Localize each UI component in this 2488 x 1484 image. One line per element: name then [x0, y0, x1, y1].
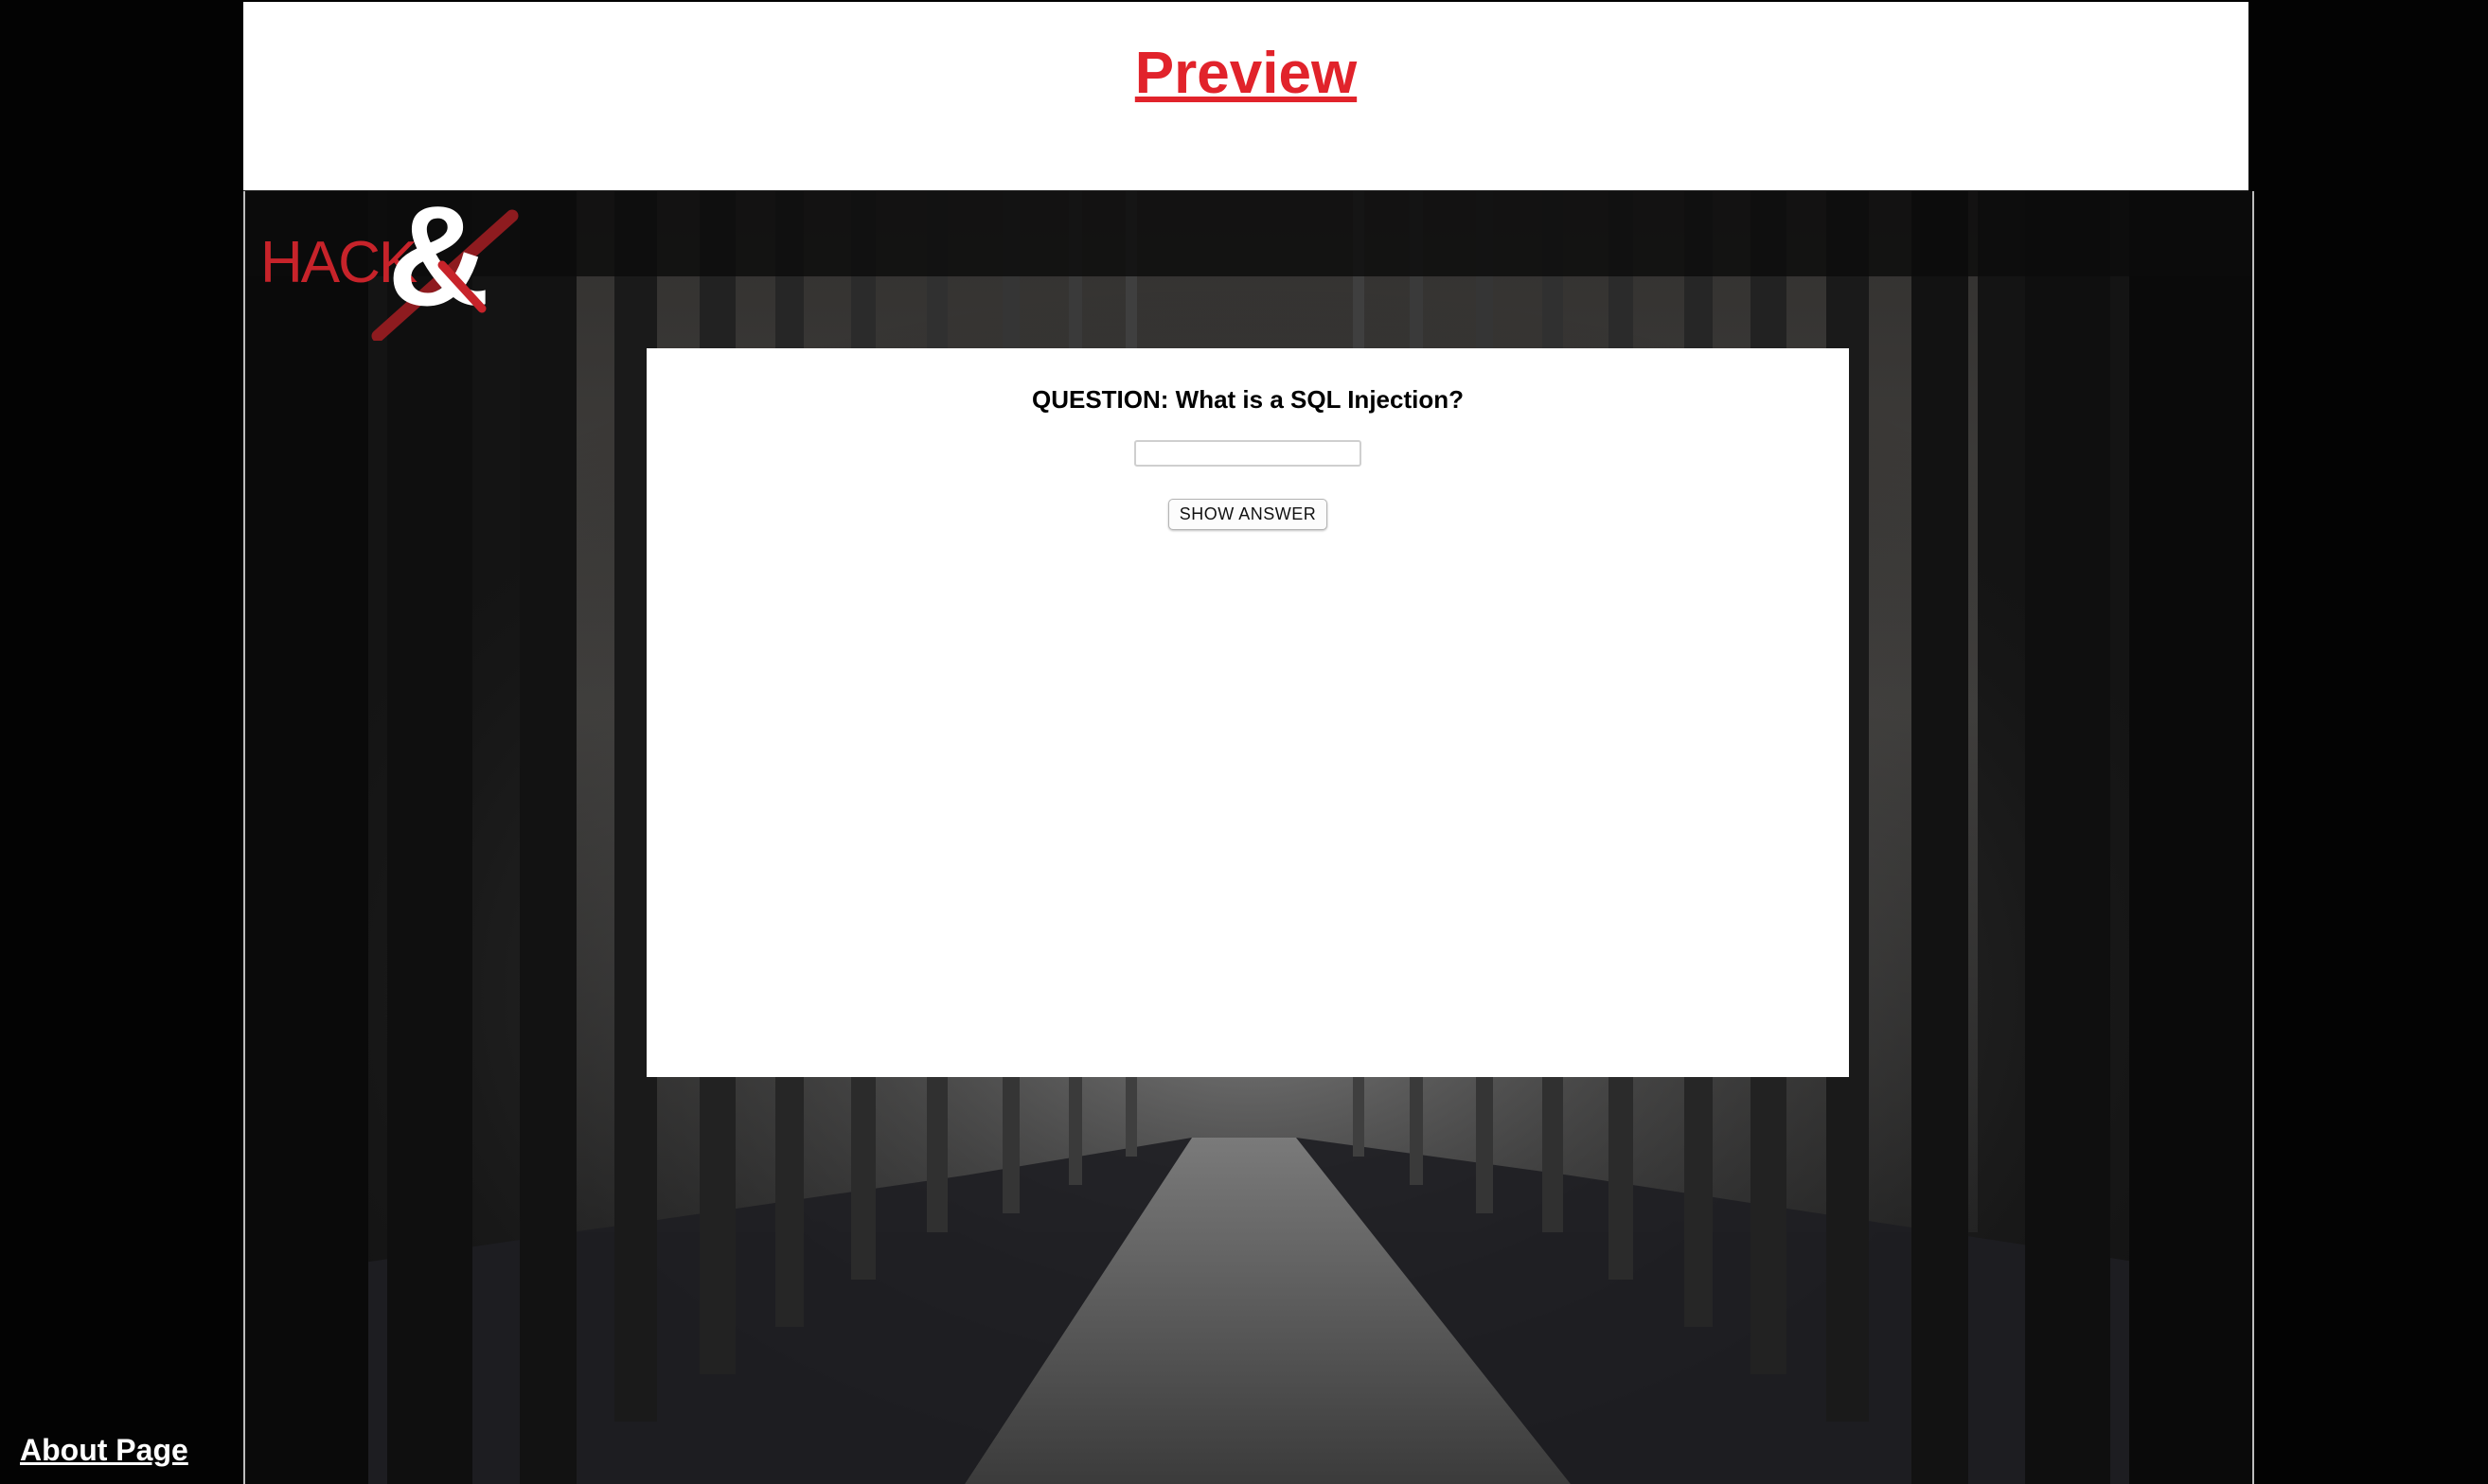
- forest-background: HACK & QUESTION: What is a SQL Injection…: [243, 191, 2254, 1484]
- hack-logo: HACK &: [260, 199, 519, 341]
- preview-link[interactable]: Preview: [1135, 40, 1357, 107]
- question-card: QUESTION: What is a SQL Injection? SHOW …: [647, 348, 1849, 1077]
- page: Preview HACK & QUESTION: What is a SQL I…: [0, 0, 2488, 1484]
- show-answer-button[interactable]: SHOW ANSWER: [1167, 499, 1328, 530]
- preview-header: Preview: [243, 2, 2248, 192]
- answer-input[interactable]: [1134, 440, 1361, 467]
- about-page-link[interactable]: About Page: [20, 1433, 188, 1468]
- question-text: QUESTION: What is a SQL Injection?: [1031, 385, 1464, 414]
